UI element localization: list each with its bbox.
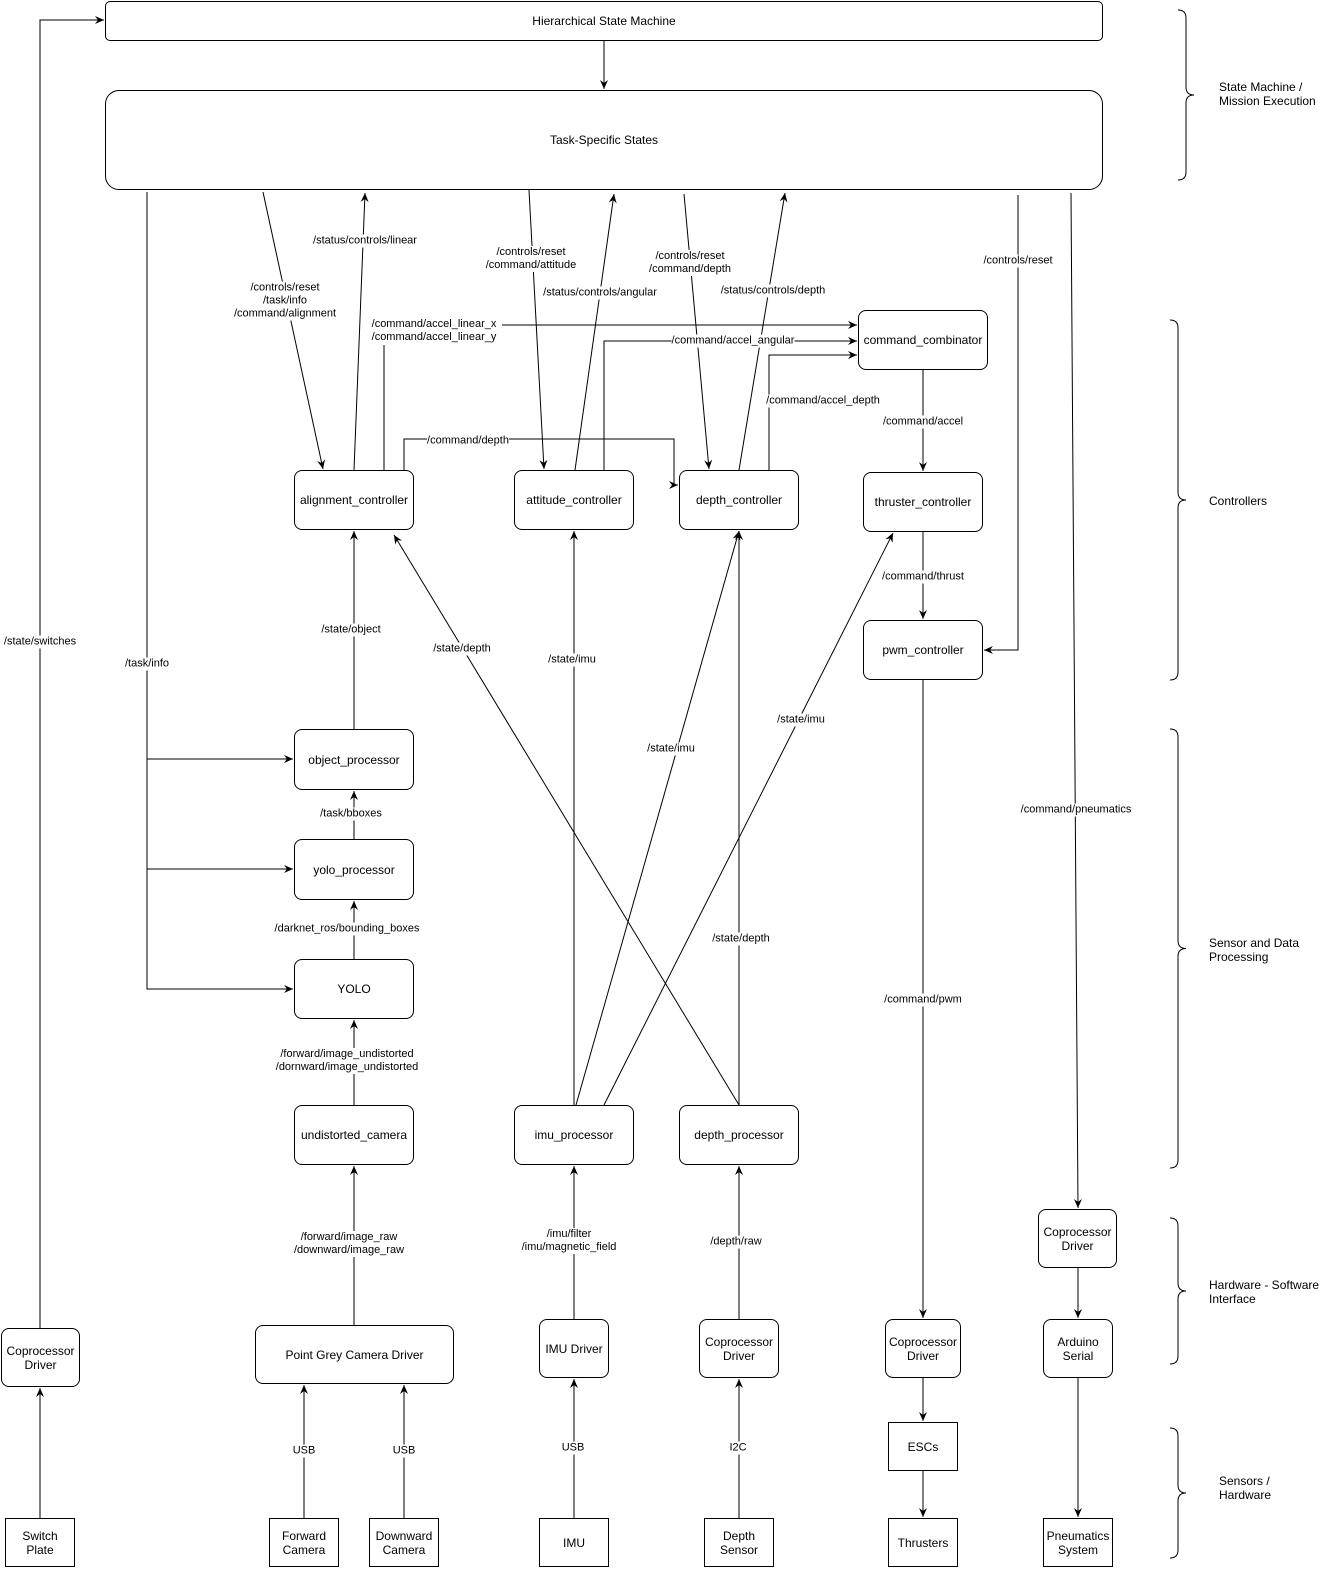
node-downward-camera: Downward Camera bbox=[369, 1518, 439, 1567]
node-undistorted-camera: undistorted_camera bbox=[294, 1105, 414, 1165]
edge-label: /command/accel_angular bbox=[671, 334, 795, 348]
node-imu-processor: imu_processor bbox=[514, 1105, 634, 1165]
edge-label: /controls/reset bbox=[983, 254, 1053, 268]
node-yolo-processor: yolo_processor bbox=[294, 839, 414, 900]
edge-label: USB bbox=[292, 1444, 316, 1458]
edge-depth-controller-to-command-combinator bbox=[768, 351, 857, 470]
node-alignment-controller: alignment_controller bbox=[294, 470, 414, 530]
edge-label: USB bbox=[392, 1444, 416, 1458]
connections-layer bbox=[36, 9, 1195, 1559]
node-depth-sensor: Depth Sensor bbox=[704, 1518, 774, 1567]
edge-depth-processor-to-alignment-controller bbox=[393, 534, 740, 1106]
node-yolo: YOLO bbox=[294, 959, 414, 1019]
edge-label: /command/pneumatics bbox=[1020, 803, 1132, 817]
node-attitude-controller: attitude_controller bbox=[514, 470, 634, 530]
group-bracket bbox=[1169, 728, 1187, 1169]
node-point-grey: Point Grey Camera Driver bbox=[255, 1325, 454, 1384]
edge-label: /status/controls/depth bbox=[720, 284, 826, 298]
edge-label: /controls/reset /command/depth bbox=[649, 250, 731, 276]
edge-label: /state/object bbox=[321, 623, 381, 637]
edge-label: /command/depth bbox=[427, 434, 509, 448]
edge-label: /state/imu bbox=[647, 742, 695, 756]
group-bracket bbox=[1169, 1217, 1187, 1365]
edge-label: /command/accel_depth bbox=[766, 394, 880, 408]
group-label: Sensors / Hardware bbox=[1219, 1474, 1272, 1502]
edge-label: /state/switches bbox=[3, 635, 77, 649]
edge-label: /imu/filter /imu/magnetic_field bbox=[521, 1228, 617, 1254]
edge-label: /status/controls/linear bbox=[313, 234, 417, 248]
edge-label: /command/accel bbox=[882, 415, 964, 429]
edge-label: /forward/image_raw /downward/image_raw bbox=[293, 1231, 405, 1257]
ros-architecture-diagram: Hierarchical State Machine Task-Specific … bbox=[0, 0, 1341, 1571]
node-arduino-serial: Arduino Serial bbox=[1043, 1319, 1113, 1378]
edge-label: /depth/raw bbox=[710, 1235, 762, 1249]
edge-label: /task/info bbox=[124, 657, 170, 671]
node-pwm-controller: pwm_controller bbox=[863, 620, 983, 680]
node-coprocessor-pneumatics: Coprocessor Driver bbox=[1038, 1209, 1117, 1268]
edge-attitude-controller-to-tss bbox=[574, 193, 617, 471]
node-thruster-controller: thruster_controller bbox=[863, 472, 983, 532]
node-coprocessor-thrusters: Coprocessor Driver bbox=[885, 1319, 961, 1378]
edge-label: /state/imu bbox=[548, 653, 596, 667]
edge-label: /state/depth bbox=[712, 932, 770, 946]
node-hsm: Hierarchical State Machine bbox=[105, 1, 1103, 41]
group-bracket bbox=[1169, 319, 1187, 681]
node-coprocessor-depth: Coprocessor Driver bbox=[699, 1319, 779, 1378]
node-command-combinator: command_combinator bbox=[858, 310, 988, 370]
node-pneumatics-system: Pneumatics System bbox=[1043, 1518, 1113, 1567]
edge-label: /forward/image_undistorted /dornward/ima… bbox=[275, 1048, 419, 1074]
edge-label: /controls/reset /command/attitude bbox=[485, 246, 577, 272]
edge-label: /state/imu bbox=[777, 713, 825, 727]
edge-tss-to-coprocessor-pneumatics bbox=[1070, 192, 1082, 1209]
node-switch-plate: Switch Plate bbox=[5, 1518, 75, 1567]
node-tss: Task-Specific States bbox=[105, 90, 1103, 190]
group-label: Hardware - Software Interface bbox=[1209, 1278, 1320, 1306]
edge-label: /command/thrust bbox=[882, 570, 964, 584]
node-thrusters: Thrusters bbox=[888, 1518, 958, 1567]
edge-label: /status/controls/angular bbox=[543, 286, 657, 300]
group-bracket bbox=[1177, 9, 1195, 181]
edge-label: /command/pwm bbox=[884, 993, 962, 1007]
edge-label: USB bbox=[561, 1441, 585, 1455]
edge-label: I2C bbox=[729, 1441, 747, 1455]
edge-label: /state/depth bbox=[433, 642, 491, 656]
edge-tss-to-depth-controller bbox=[683, 193, 713, 470]
group-label: Sensor and Data Processing bbox=[1209, 936, 1300, 964]
node-forward-camera: Forward Camera bbox=[269, 1518, 339, 1567]
node-imu: IMU bbox=[539, 1518, 609, 1567]
edge-label: /controls/reset /task/info /command/alig… bbox=[233, 281, 337, 321]
node-object-processor: object_processor bbox=[294, 729, 414, 790]
node-imu-driver: IMU Driver bbox=[539, 1319, 609, 1378]
group-label: Controllers bbox=[1209, 494, 1268, 508]
node-depth-processor: depth_processor bbox=[679, 1105, 799, 1165]
edge-imu-processor-to-thruster-controller bbox=[603, 532, 894, 1106]
edge-label: /task/bboxes bbox=[320, 807, 382, 821]
group-label: State Machine / Mission Execution bbox=[1219, 80, 1316, 108]
node-escs: ESCs bbox=[888, 1422, 958, 1471]
edge-label: /command/accel_linear_x /command/accel_l… bbox=[371, 318, 497, 344]
edge-coprocessor-switch-to-hsm bbox=[39, 16, 104, 1328]
edge-depth-controller-to-tss bbox=[738, 192, 788, 471]
edge-imu-processor-to-depth-controller bbox=[575, 530, 741, 1106]
node-depth-controller: depth_controller bbox=[679, 470, 799, 530]
group-bracket bbox=[1169, 1427, 1187, 1559]
node-coprocessor-switch: Coprocessor Driver bbox=[1, 1328, 80, 1387]
edge-label: /darknet_ros/bounding_boxes bbox=[274, 922, 420, 936]
edge-tss-to-attitude-controller bbox=[528, 189, 548, 470]
